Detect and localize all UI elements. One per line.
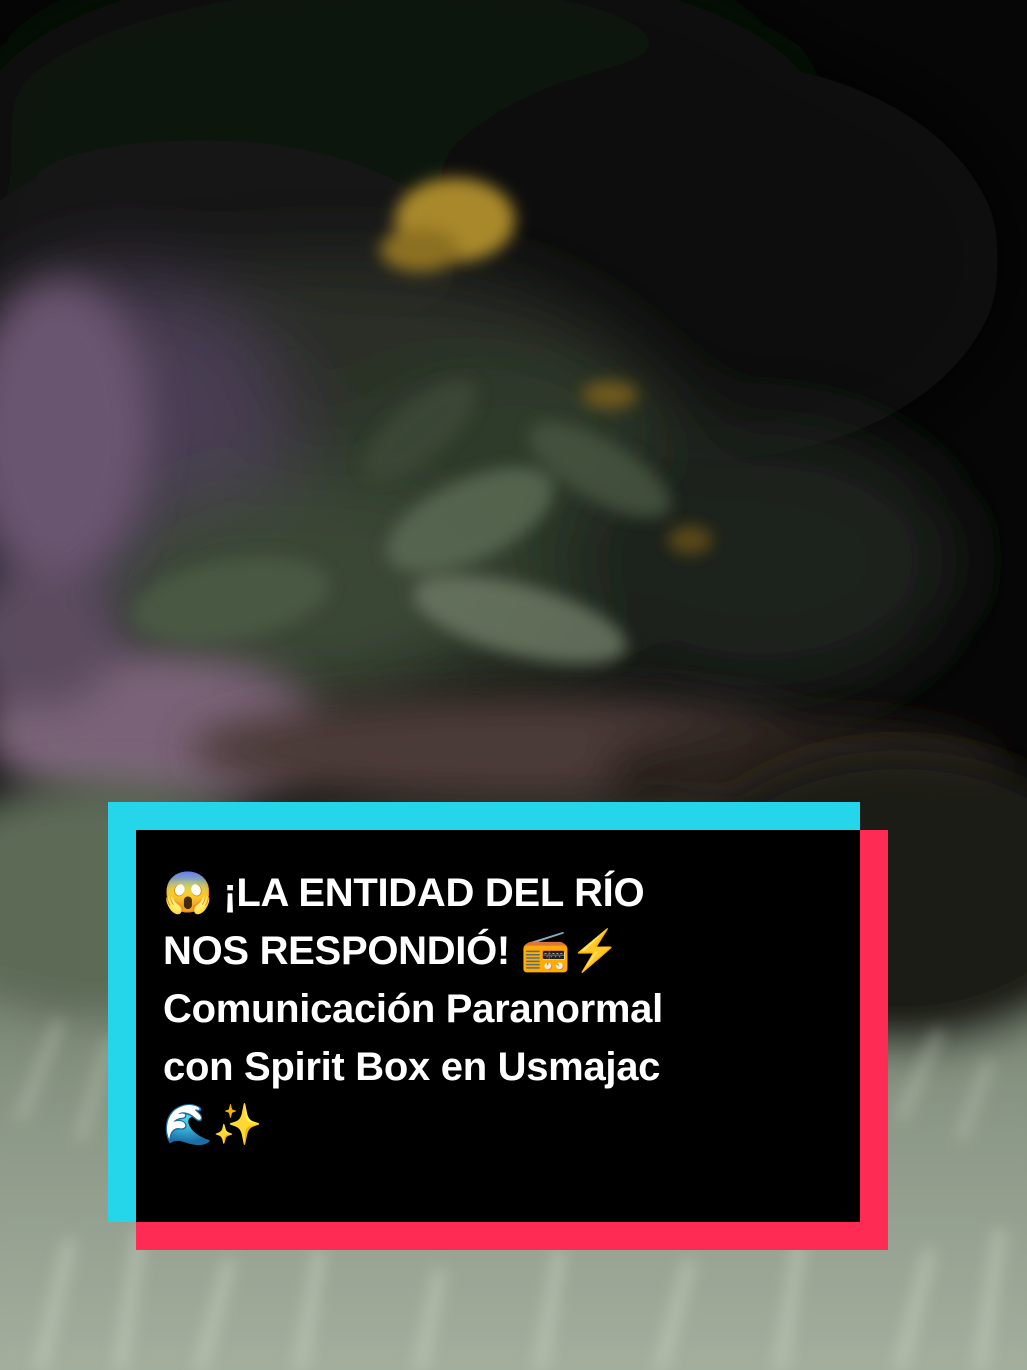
video-caption: 😱 ¡LA ENTIDAD DEL RÍO NOS RESPONDIÓ! 📻⚡ … <box>108 802 890 1252</box>
caption-line-1: 😱 ¡LA ENTIDAD DEL RÍO <box>163 871 645 915</box>
caption-line-4: con Spirit Box en Usmajac <box>163 1045 661 1089</box>
video-frame: 😱 ¡LA ENTIDAD DEL RÍO NOS RESPONDIÓ! 📻⚡ … <box>0 0 1027 1370</box>
caption-line-3: Comunicación Paranormal <box>163 987 663 1031</box>
caption-line-5: 🌊✨ <box>163 1103 263 1147</box>
caption-box: 😱 ¡LA ENTIDAD DEL RÍO NOS RESPONDIÓ! 📻⚡ … <box>136 830 860 1222</box>
caption-line-2: NOS RESPONDIÓ! 📻⚡ <box>163 929 620 973</box>
